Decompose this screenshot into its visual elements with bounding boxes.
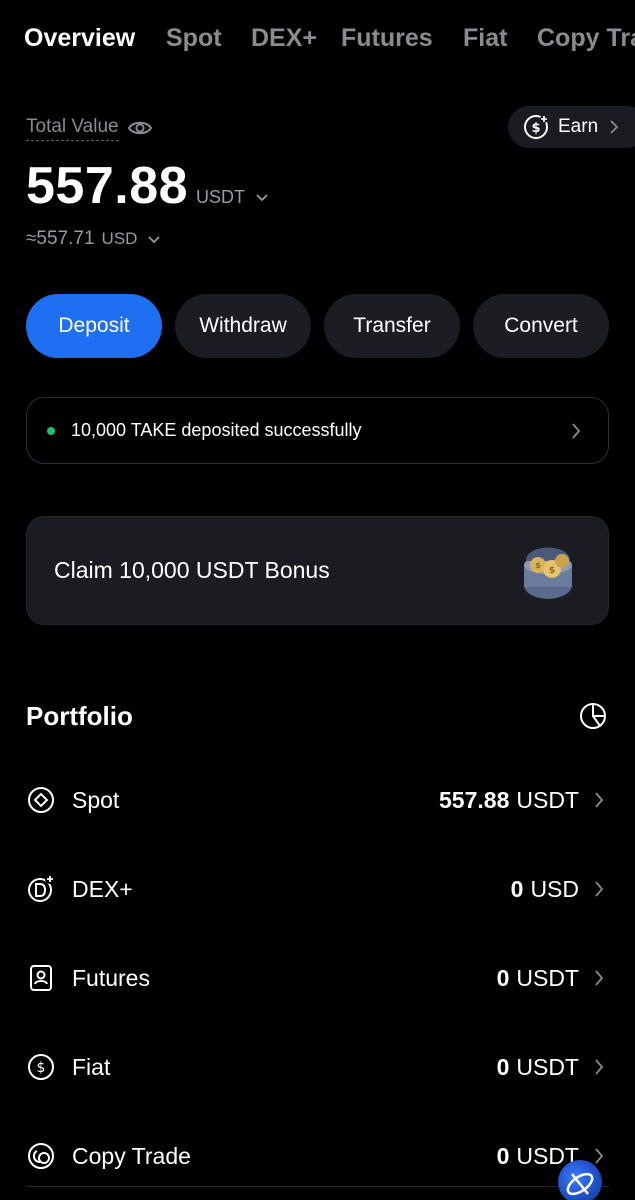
chevron-right-icon [572,423,581,439]
notice-text: 10,000 TAKE deposited successfully [71,420,362,440]
total-value-row: 557.88 USDT [26,156,269,216]
total-value-label: Total Value [26,116,119,141]
eye-icon[interactable] [127,115,153,141]
row-unit: USDT [516,1054,579,1080]
total-value-header: Total Value [26,114,153,142]
approx-unit: USD [101,229,138,248]
row-amount: 0 [496,1143,510,1169]
row-label: Copy Trade [72,1143,191,1169]
row-label: Futures [72,965,150,991]
row-amount: 0 [496,1054,510,1080]
earn-label: Earn [558,116,599,137]
transfer-button[interactable]: Transfer [324,294,460,358]
tab-dex-plus[interactable]: DEX+ [251,22,317,54]
tab-spot[interactable]: Spot [166,22,222,54]
bonus-text: Claim 10,000 USDT Bonus [54,557,330,583]
portfolio-row-fiat[interactable]: $ Fiat 0 USDT [26,1036,609,1096]
status-dot [47,426,55,435]
total-value-unit-selector[interactable]: USDT [196,187,269,208]
svg-text:$: $ [549,566,555,576]
futures-icon [30,965,52,991]
row-unit: USD [530,876,579,902]
row-unit: USDT [516,965,579,991]
tab-overview[interactable]: Overview [24,22,135,54]
fiat-icon: $ [28,1054,54,1080]
dex-icon [28,874,55,902]
approx-unit-selector[interactable]: USD [102,229,162,249]
earn-button[interactable]: $ Earn [508,106,635,148]
approx-value-row: ≈557.71 USD [26,228,161,250]
chevron-right-icon [610,120,619,134]
dollar-coin-icon: $ [524,115,548,139]
withdraw-button[interactable]: Withdraw [175,294,311,358]
row-value: 0 USDT [497,964,579,992]
bonus-banner[interactable]: Claim 10,000 USDT Bonus $ $ [26,516,609,625]
copy-trade-icon [28,1143,54,1169]
row-label: Fiat [72,1054,111,1080]
portfolio-title: Portfolio [26,701,133,731]
chevron-right-icon [595,970,604,986]
row-unit: USDT [516,787,579,813]
portfolio-row-copy-trade[interactable]: Copy Trade 0 USDT [26,1125,609,1185]
assistant-fab-button[interactable] [558,1160,602,1200]
chevron-right-icon [595,881,604,897]
convert-button[interactable]: Convert [473,294,609,358]
row-label: DEX+ [72,876,133,902]
chevron-right-icon [595,1059,604,1075]
tab-fiat[interactable]: Fiat [463,22,507,54]
row-amount: 0 [510,876,524,902]
svg-text:$: $ [535,561,541,570]
svg-text:$: $ [37,1060,46,1076]
chevron-down-icon [256,194,268,202]
tab-futures[interactable]: Futures [341,22,433,54]
treasure-chest-icon: $ $ [524,547,572,599]
top-tab-bar: Overview Spot DEX+ Futures Fiat Copy Tra [0,0,635,78]
approx-value: ≈557.71 [26,228,95,249]
row-amount: 557.88 [439,787,510,813]
row-value: 557.88 USDT [439,786,579,814]
pie-chart-icon[interactable] [578,701,608,731]
portfolio-row-spot[interactable]: Spot 557.88 USDT [26,769,609,829]
row-value: 0 USDT [497,1053,579,1081]
deposit-notice-bar[interactable]: 10,000 TAKE deposited successfully [26,397,609,464]
total-value-amount: 557.88 [26,157,189,215]
row-amount: 0 [496,965,510,991]
portfolio-row-dex[interactable]: DEX+ 0 USD [26,858,609,918]
deposit-button[interactable]: Deposit [26,294,162,358]
row-value: 0 USD [511,875,579,903]
total-value-unit: USDT [196,187,245,207]
tab-copy-trade[interactable]: Copy Tra [537,22,635,54]
svg-text:$: $ [531,121,540,136]
chevron-right-icon [595,1148,604,1164]
assistant-icon [566,1172,594,1196]
chevron-down-icon [148,235,160,243]
chevron-right-icon [595,792,604,808]
divider [26,1186,609,1187]
row-label: Spot [72,787,120,813]
spot-icon [28,787,54,813]
portfolio-row-futures[interactable]: Futures 0 USDT [26,947,609,1007]
